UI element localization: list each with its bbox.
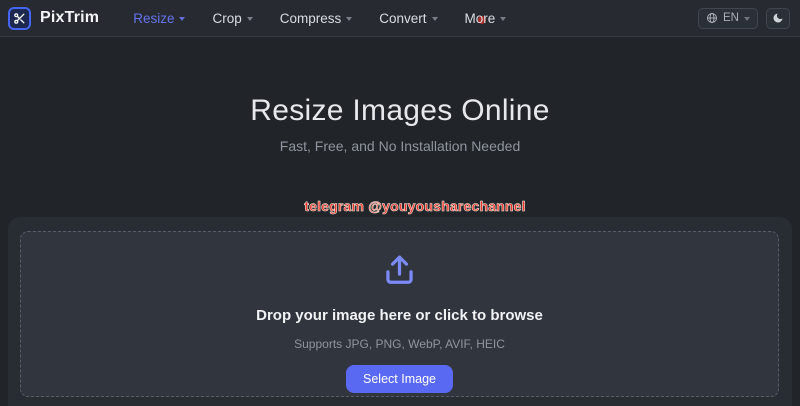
nav-item-more[interactable]: More <box>465 11 507 26</box>
page-subtitle: Fast, Free, and No Installation Needed <box>0 138 800 154</box>
watermark-text: telegram @youyousharechannel <box>15 198 800 214</box>
theme-toggle-button[interactable] <box>766 8 790 29</box>
dropzone-instruction: Drop your image here or click to browse <box>256 307 543 324</box>
nav-right-controls: EN <box>698 8 790 29</box>
nav-item-label: Crop <box>212 11 241 26</box>
nav-item-crop[interactable]: Crop <box>212 11 252 26</box>
nav-item-label: Convert <box>379 11 426 26</box>
chevron-down-icon <box>346 17 352 21</box>
brand-name: PixTrim <box>40 9 99 27</box>
chevron-down-icon <box>744 17 750 21</box>
language-label: EN <box>723 12 739 24</box>
nav-item-compress[interactable]: Compress <box>280 11 353 26</box>
select-image-button[interactable]: Select Image <box>346 365 453 393</box>
chevron-down-icon <box>500 17 506 21</box>
language-selector[interactable]: EN <box>698 8 758 29</box>
globe-icon <box>706 12 718 24</box>
scissors-icon <box>8 7 31 30</box>
hero-section: Resize Images Online Fast, Free, and No … <box>0 37 800 154</box>
brand[interactable]: PixTrim <box>8 7 99 30</box>
page-title: Resize Images Online <box>0 94 800 128</box>
upload-icon <box>381 251 418 293</box>
top-navigation-bar: PixTrim Resize Crop Compress Convert Mor… <box>0 0 800 37</box>
uploader-card: Drop your image here or click to browse … <box>8 217 792 406</box>
nav-menu: Resize Crop Compress Convert More <box>133 11 506 26</box>
nav-item-label: Resize <box>133 11 174 26</box>
nav-item-resize[interactable]: Resize <box>133 11 185 26</box>
nav-item-convert[interactable]: Convert <box>379 11 437 26</box>
moon-icon <box>772 12 784 24</box>
nav-item-label: More <box>465 11 496 26</box>
chevron-down-icon <box>247 17 253 21</box>
image-dropzone[interactable]: Drop your image here or click to browse … <box>20 231 779 397</box>
nav-item-label: Compress <box>280 11 342 26</box>
chevron-down-icon <box>432 17 438 21</box>
chevron-down-icon <box>179 17 185 21</box>
supported-formats-text: Supports JPG, PNG, WebP, AVIF, HEIC <box>294 337 505 351</box>
